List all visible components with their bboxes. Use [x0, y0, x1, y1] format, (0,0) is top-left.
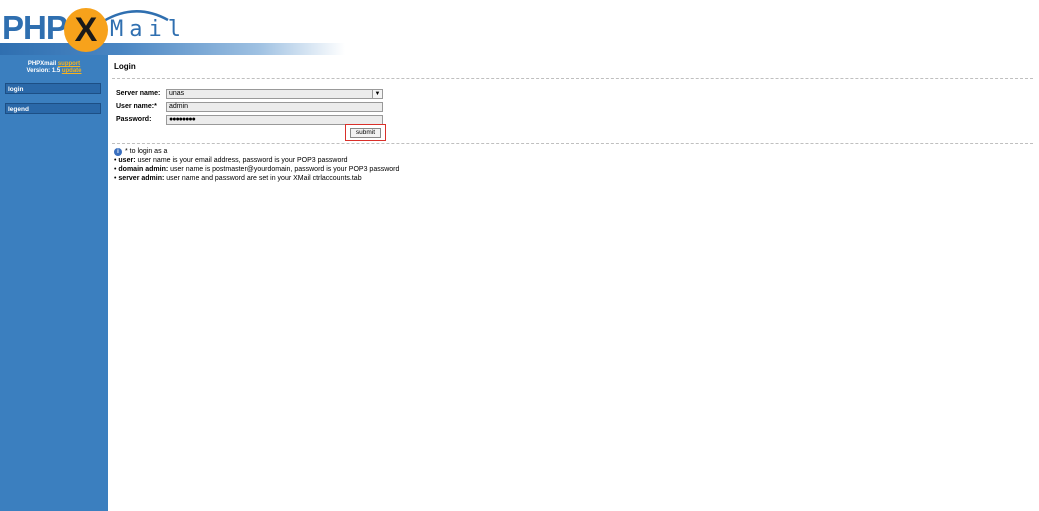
user-name-value: admin	[169, 103, 189, 110]
sidebar-item-login[interactable]: login	[5, 83, 101, 94]
sidebar-item-legend[interactable]: legend	[5, 103, 101, 114]
divider-bottom	[112, 143, 1033, 144]
legend-note: * to login as a	[125, 148, 168, 155]
submit-button[interactable]: submit	[350, 128, 381, 138]
sidebar-info: PHPXmail support Version: 1.5 update	[0, 55, 108, 75]
legend-text: user name is postmaster@yourdomain, pass…	[168, 166, 400, 173]
server-name-label: Server name:	[116, 90, 161, 97]
logo-x-text: X	[74, 11, 98, 49]
legend-item-domain-admin: • domain admin: user name is postmaster@…	[114, 166, 400, 173]
password-value: ●●●●●●●●	[169, 116, 196, 123]
legend-role: user:	[118, 157, 136, 164]
legend-role: server admin:	[118, 175, 165, 182]
password-label: Password:	[116, 116, 152, 123]
app-name: PHPXmail	[27, 61, 57, 67]
user-name-label: User name:*	[116, 103, 157, 110]
server-name-value: unas	[169, 90, 185, 97]
legend-text: user name and password are set in your X…	[164, 175, 362, 182]
logo-mail-text: Mail	[110, 17, 187, 42]
version-label: Version: 1.5	[26, 68, 61, 74]
legend-item-server-admin: • server admin: user name and password a…	[114, 175, 362, 182]
legend-item-user: • user: user name is your email address,…	[114, 157, 348, 164]
legend-text: user name is your email address, passwor…	[135, 157, 348, 164]
legend-role: domain admin:	[118, 166, 169, 173]
server-name-select[interactable]: unas ▼	[166, 89, 383, 99]
sidebar: PHPXmail support Version: 1.5 update log…	[0, 55, 108, 511]
logo-php-text: PHP	[2, 9, 68, 46]
update-link[interactable]: update	[62, 68, 82, 74]
support-link[interactable]: support	[58, 61, 80, 67]
chevron-down-icon[interactable]: ▼	[372, 90, 382, 98]
submit-highlight: submit	[345, 124, 386, 141]
divider-top	[112, 78, 1033, 79]
user-name-input[interactable]: admin	[166, 102, 383, 112]
header: PHP X Mail	[0, 0, 1039, 55]
info-icon: i	[114, 148, 122, 156]
page-title: Login	[114, 62, 136, 71]
